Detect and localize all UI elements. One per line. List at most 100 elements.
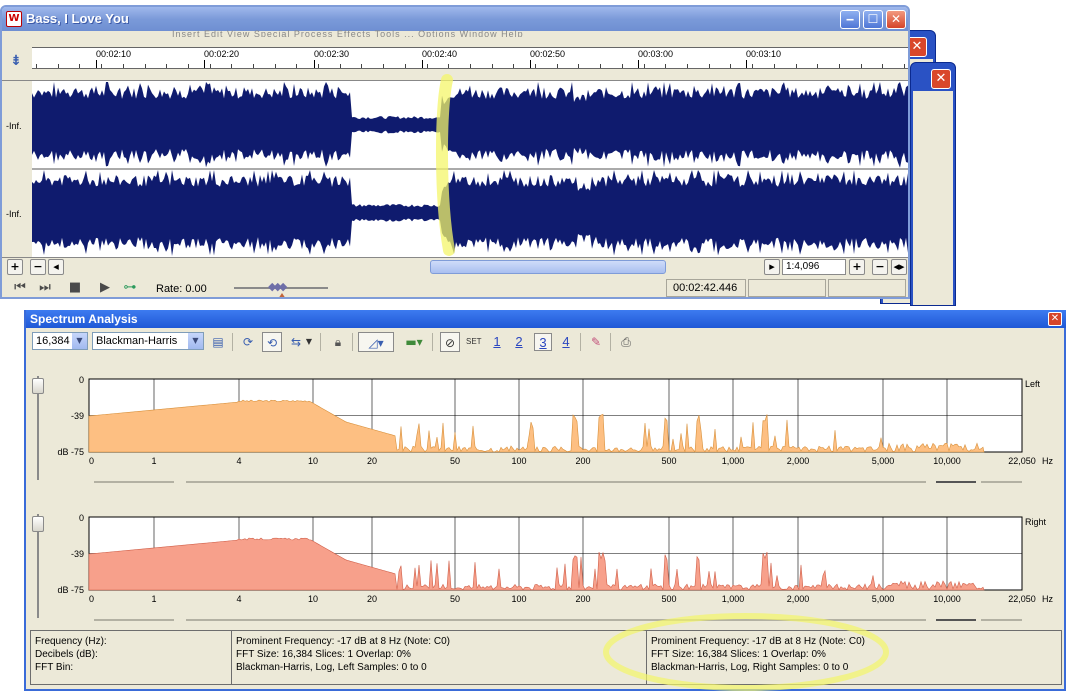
zoom-out-vertical-button[interactable]: − [30,259,46,275]
background-window-2-close-icon[interactable]: ✕ [931,69,951,89]
frequency-axis-label: 1,000 [722,594,745,604]
frequency-axis-label: 200 [575,594,590,604]
timeline-tick-label: 00:02:20 [204,49,240,59]
horizontal-scroll-row: + − ◂ ▸ 1:4,096 + − ◂▸ [2,257,908,275]
zoom-in-vertical-button[interactable]: + [7,259,23,275]
timeline-tick-label: 00:02:50 [530,49,566,59]
timeline-tick-label: 00:02:40 [422,49,458,59]
db-axis-label: 0 [79,513,84,523]
db-axis-label: -39 [71,411,84,421]
zoom-fit-button[interactable]: ◂▸ [891,259,907,275]
timeline-minor-tick [231,64,232,68]
left-fft-size: FFT Size: 16,384 Slices: 1 Overlap: 0% [236,649,411,660]
timeline-minor-tick [79,64,80,68]
frequency-axis-label: 22,050 [1008,594,1036,604]
rate-label: Rate: 0.00 [156,283,207,295]
timeline-minor-tick [470,64,471,68]
track-options-icon[interactable]: ⇟ [8,53,24,69]
right-channel-info: Prominent Frequency: -17 dB at 8 Hz (Not… [647,631,1061,684]
decibels-label: Decibels (dB): [35,649,98,660]
timeline-minor-tick [166,64,167,68]
timeline-minor-tick [644,64,645,68]
timeline-minor-tick [427,64,428,68]
minimize-button[interactable]: ‒ [840,10,860,29]
hz-unit-label: Hz [1042,456,1053,466]
scroll-left-button[interactable]: ◂ [48,259,64,275]
stop-icon[interactable]: ■ [65,279,85,297]
timeline-minor-tick [318,64,319,68]
timeline-minor-tick [861,64,862,68]
go-to-start-icon[interactable]: ⏮ [10,279,30,297]
timeline-minor-tick [535,64,536,68]
timeline-minor-tick [58,64,59,68]
timeline-minor-tick [839,64,840,68]
timeline-major-tick [422,60,423,68]
frequency-axis-label: 500 [661,594,676,604]
timeline-minor-tick [817,64,818,68]
timeline-minor-tick [730,64,731,68]
frequency-axis-label: 20 [367,594,377,604]
timeline-minor-tick [188,64,189,68]
timeline-minor-tick [796,64,797,68]
timeline-row: ⇟ 00:02:10 00:02:20 00:02:30 00:02:40 00:02:… [2,37,908,81]
timeline-major-tick [314,60,315,68]
timeline-minor-tick [600,64,601,68]
right-fft-size: FFT Size: 16,384 Slices: 1 Overlap: 0% [651,649,826,660]
timeline-minor-tick [340,64,341,68]
cursor-position-display: 00:02:42.446 [666,279,746,297]
frequency-axis-label: 10 [308,594,318,604]
spectrum-analysis-window: Spectrum Analysis ✕ 16,384 ▼ Blackman-Ha… [24,310,1066,691]
timeline-minor-tick [36,64,37,68]
close-button[interactable]: ✕ [886,10,906,29]
timeline-minor-tick [687,64,688,68]
frequency-axis-label: 20 [367,456,377,466]
timeline-minor-tick [383,64,384,68]
frequency-axis-label: 100 [511,456,526,466]
frequency-axis-label: 22,050 [1008,456,1036,466]
frequency-axis-label: 1 [151,594,156,604]
frequency-axis-label: 4 [236,456,241,466]
frequency-axis-label: 200 [575,456,590,466]
timeline-ruler[interactable]: 00:02:10 00:02:20 00:02:30 00:02:40 00:02:50… [32,47,908,69]
spectrum-graphs[interactable]: 0-39dB -75Left0 1 4 10 20 50 100 200 500 1,000 2,0… [26,310,1066,630]
db-axis-label: dB -75 [57,585,84,595]
timeline-minor-tick [275,64,276,68]
waveform-display[interactable] [32,81,910,257]
left-prominent-frequency: Prominent Frequency: -17 dB at 8 Hz (Not… [236,636,450,647]
scroll-right-button[interactable]: ▸ [764,259,780,275]
channel-2-level-label: -Inf. [6,209,22,219]
track-labels: -Inf. -Inf. [2,81,32,257]
timeline-tick-label: 00:03:10 [746,49,782,59]
timeline-minor-tick [774,64,775,68]
left-window-summary: Blackman-Harris, Log, Left Samples: 0 to… [236,662,427,673]
frequency-axis-label: 1,000 [722,456,745,466]
horizontal-scrollbar-thumb[interactable] [430,260,666,274]
play-icon[interactable]: ▶ [95,279,115,297]
timeline-minor-tick [665,64,666,68]
timeline-major-tick [746,60,747,68]
play-looped-icon[interactable]: ⊶ [120,279,140,297]
selection-length-display [748,279,826,297]
timeline-major-tick [638,60,639,68]
timeline-minor-tick [557,64,558,68]
timeline-minor-tick [904,64,905,68]
app-icon[interactable]: W [6,11,22,27]
frequency-axis-label: 1 [151,456,156,466]
go-to-end-icon[interactable]: ⏭ [35,279,55,297]
zoom-in-button[interactable]: + [849,259,865,275]
rate-pointer-icon [278,293,286,297]
timeline-minor-tick [123,64,124,68]
timeline-tick-label: 00:03:00 [638,49,674,59]
timeline-major-tick [204,60,205,68]
rate-slider-knob-icon[interactable]: ◆◆◆ [268,280,294,293]
background-window-2: ✕ [910,62,956,306]
menu-bar-ghost: Insert Edit View Special Process Effects… [172,29,524,37]
frequency-axis-label: 2,000 [787,456,810,466]
timeline-minor-tick [361,64,362,68]
left-channel-info: Prominent Frequency: -17 dB at 8 Hz (Not… [232,631,646,684]
timeline-minor-tick [752,64,753,68]
maximize-button[interactable]: ☐ [863,10,883,29]
main-titlebar[interactable]: W Bass, I Love You ‒ ☐ ✕ [2,7,908,31]
background-window-1-close-icon[interactable]: ✕ [907,37,927,57]
zoom-out-button[interactable]: − [872,259,888,275]
